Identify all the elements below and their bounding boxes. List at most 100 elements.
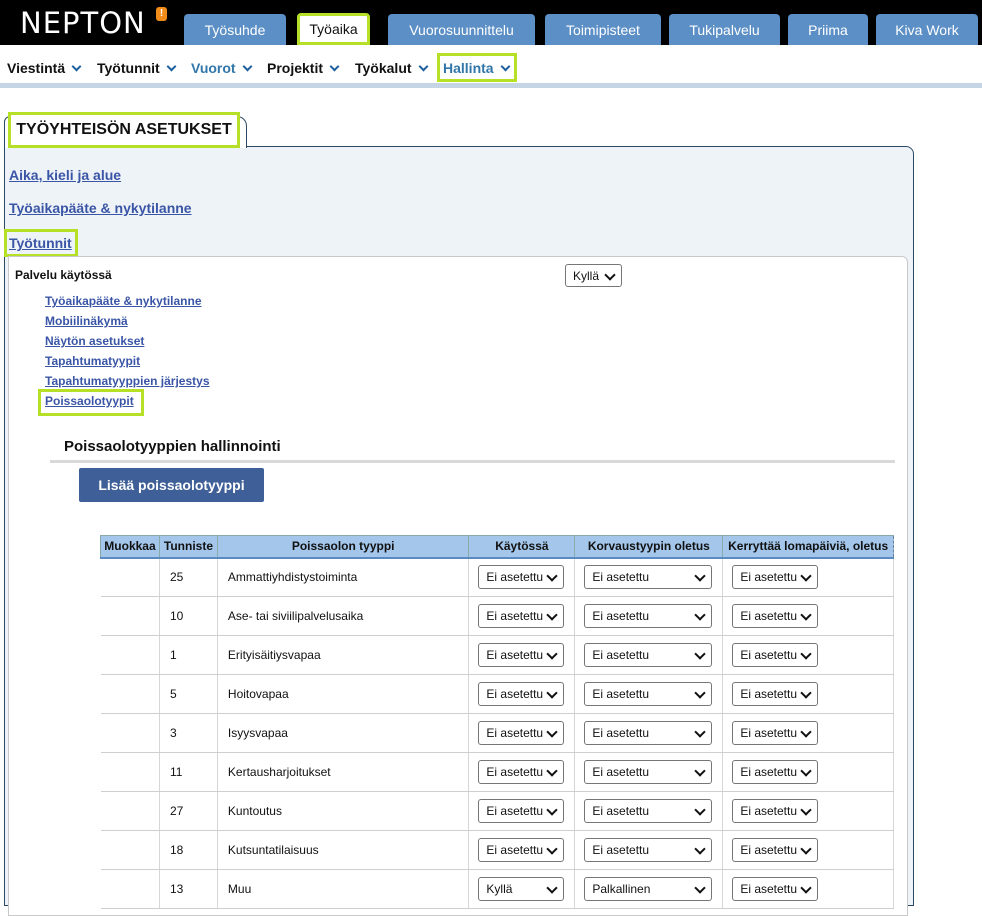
row-type: Ase- tai siviilipalvelusaika (217, 596, 470, 636)
compensation-select[interactable]: Ei asetettu (584, 643, 713, 667)
tab-tyosuhde[interactable]: Työsuhde (184, 14, 286, 45)
sublink-nayton-asetukset[interactable]: Näytön asetukset (45, 334, 144, 348)
col-muokkaa: Muokkaa (100, 535, 160, 559)
table-row: 10 Ase- tai siviilipalvelusaika Ei asete… (100, 596, 894, 636)
row-type: Ammattiyhdistystoiminta (217, 557, 470, 597)
table-row: 1 Erityisäitiysvapaa Ei asetettu Ei aset… (100, 635, 894, 675)
edit-cell[interactable] (100, 752, 160, 792)
row-id: 10 (159, 596, 218, 636)
compensation-select[interactable]: Ei asetettu (584, 682, 713, 706)
row-type: Kertausharjoitukset (217, 752, 470, 792)
tab-kiva-work[interactable]: Kiva Work (876, 14, 978, 45)
row-id: 27 (159, 791, 218, 831)
row-type: Kuntoutus (217, 791, 470, 831)
service-select[interactable]: Kyllä (565, 264, 622, 287)
chevron-down-icon (166, 61, 177, 72)
table-row: 18 Kutsuntatilaisuus Ei asetettu Ei aset… (100, 830, 894, 870)
edit-cell[interactable] (100, 596, 160, 636)
enabled-select[interactable]: Kyllä (478, 877, 565, 901)
edit-cell[interactable] (100, 830, 160, 870)
row-id: 1 (159, 635, 218, 675)
compensation-select[interactable]: Ei asetettu (584, 838, 713, 862)
accrue-select[interactable]: Ei asetettu (732, 838, 819, 862)
accrue-select[interactable]: Ei asetettu (732, 565, 819, 590)
subnav-vuorot[interactable]: Vuorot (191, 60, 253, 76)
highlight-tyotunnit (4, 229, 78, 257)
section-title: TYÖYHTEISÖN ASETUKSET (8, 112, 240, 148)
compensation-select[interactable]: Ei asetettu (584, 721, 713, 745)
absence-types-table: Muokkaa Tunniste Poissaolon tyyppi Käytö… (100, 535, 894, 909)
col-kerryttaa-lomapaivia: Kerryttää lomapäiviä, oletus (722, 535, 894, 559)
accrue-select[interactable]: Ei asetettu (732, 760, 819, 784)
enabled-select[interactable]: Ei asetettu (478, 604, 565, 628)
enabled-select[interactable]: Ei asetettu (478, 760, 565, 784)
enabled-select[interactable]: Ei asetettu (478, 643, 565, 667)
row-id: 5 (159, 674, 218, 714)
row-id: 18 (159, 830, 218, 870)
accrue-select[interactable]: Ei asetettu (732, 682, 819, 706)
tab-tyoaika[interactable]: Työaika (297, 13, 370, 45)
row-type: Hoitovapaa (217, 674, 470, 714)
subnav-tyokalut[interactable]: Työkalut (355, 60, 428, 76)
divider (50, 460, 895, 463)
tab-priima[interactable]: Priima (788, 14, 868, 45)
alert-badge: ! (156, 7, 167, 21)
row-type: Erityisäitiysvapaa (217, 635, 470, 675)
add-absence-type-button[interactable]: Lisää poissaolotyyppi (79, 468, 264, 502)
col-korvaustyypin-oletus: Korvaustyypin oletus (574, 535, 724, 559)
edit-cell[interactable] (100, 713, 160, 753)
edit-cell[interactable] (100, 557, 160, 597)
row-id: 3 (159, 713, 218, 753)
nepton-logo[interactable]: NEPTON (20, 6, 146, 40)
accrue-select[interactable]: Ei asetettu (732, 799, 819, 823)
link-aika-kieli-alue[interactable]: Aika, kieli ja alue (9, 167, 121, 183)
edit-cell[interactable] (100, 791, 160, 831)
accrue-select[interactable]: Ei asetettu (732, 604, 819, 628)
row-id: 11 (159, 752, 218, 792)
subnav-tyotunnit[interactable]: Työtunnit (97, 60, 177, 76)
compensation-select[interactable]: Ei asetettu (584, 565, 713, 590)
sublink-tapahtumatyypit[interactable]: Tapahtumatyypit (45, 354, 140, 368)
compensation-select[interactable]: Ei asetettu (584, 604, 713, 628)
enabled-select[interactable]: Ei asetettu (478, 565, 565, 590)
table-row: 11 Kertausharjoitukset Ei asetettu Ei as… (100, 752, 894, 792)
accrue-select[interactable]: Ei asetettu (732, 877, 819, 901)
sublink-tapahtumatyyppien-jarjestys[interactable]: Tapahtumatyyppien järjestys (45, 374, 210, 388)
sublink-tyoaikapaate[interactable]: Työaikapääte & nykytilanne (45, 294, 202, 308)
subnav-viestinta[interactable]: Viestintä (7, 60, 82, 76)
edit-cell[interactable] (100, 635, 160, 675)
col-kaytossa: Käytössä (468, 535, 576, 559)
tab-toimipisteet[interactable]: Toimipisteet (545, 14, 661, 45)
sublink-mobiilinakyma[interactable]: Mobiilinäkymä (45, 314, 128, 328)
row-type: Isyysvapaa (217, 713, 470, 753)
edit-cell[interactable] (100, 674, 160, 714)
col-poissaolon-tyyppi: Poissaolon tyyppi (216, 535, 470, 559)
compensation-select[interactable]: Palkallinen (584, 877, 713, 901)
enabled-select[interactable]: Ei asetettu (478, 799, 565, 823)
highlight-hallinta (437, 53, 517, 82)
subnav-projektit[interactable]: Projektit (267, 60, 340, 76)
top-bar: NEPTON Työsuhde Työaika Vuorosuunnittelu… (0, 0, 982, 45)
table-header-row: Muokkaa Tunniste Poissaolon tyyppi Käytö… (100, 535, 894, 559)
row-type: Kutsuntatilaisuus (217, 830, 470, 870)
link-tyoaikapaate[interactable]: Työaikapääte & nykytilanne (9, 200, 192, 216)
chevron-down-icon (329, 61, 340, 72)
compensation-select[interactable]: Ei asetettu (584, 799, 713, 823)
enabled-select[interactable]: Ei asetettu (478, 838, 565, 862)
chevron-down-icon (418, 61, 428, 72)
service-label: Palvelu käytössä (15, 268, 112, 282)
management-title: Poissaolotyyppien hallinnointi (64, 438, 281, 455)
table-row: 27 Kuntoutus Ei asetettu Ei asetettu Ei … (100, 791, 894, 831)
table-row: 5 Hoitovapaa Ei asetettu Ei asetettu Ei … (100, 674, 894, 714)
enabled-select[interactable]: Ei asetettu (478, 682, 565, 706)
tab-tukipalvelu[interactable]: Tukipalvelu (669, 14, 780, 45)
table-row: 3 Isyysvapaa Ei asetettu Ei asetettu Ei … (100, 713, 894, 753)
accrue-select[interactable]: Ei asetettu (732, 643, 819, 667)
tab-vuorosuunnittelu[interactable]: Vuorosuunnittelu (388, 14, 535, 45)
table-row: 25 Ammattiyhdistystoiminta Ei asetettu E… (100, 557, 894, 597)
accrue-select[interactable]: Ei asetettu (732, 721, 819, 745)
chevron-down-icon (242, 61, 253, 72)
highlight-poissaolotyypit (38, 389, 144, 416)
compensation-select[interactable]: Ei asetettu (584, 760, 713, 784)
enabled-select[interactable]: Ei asetettu (478, 721, 565, 745)
